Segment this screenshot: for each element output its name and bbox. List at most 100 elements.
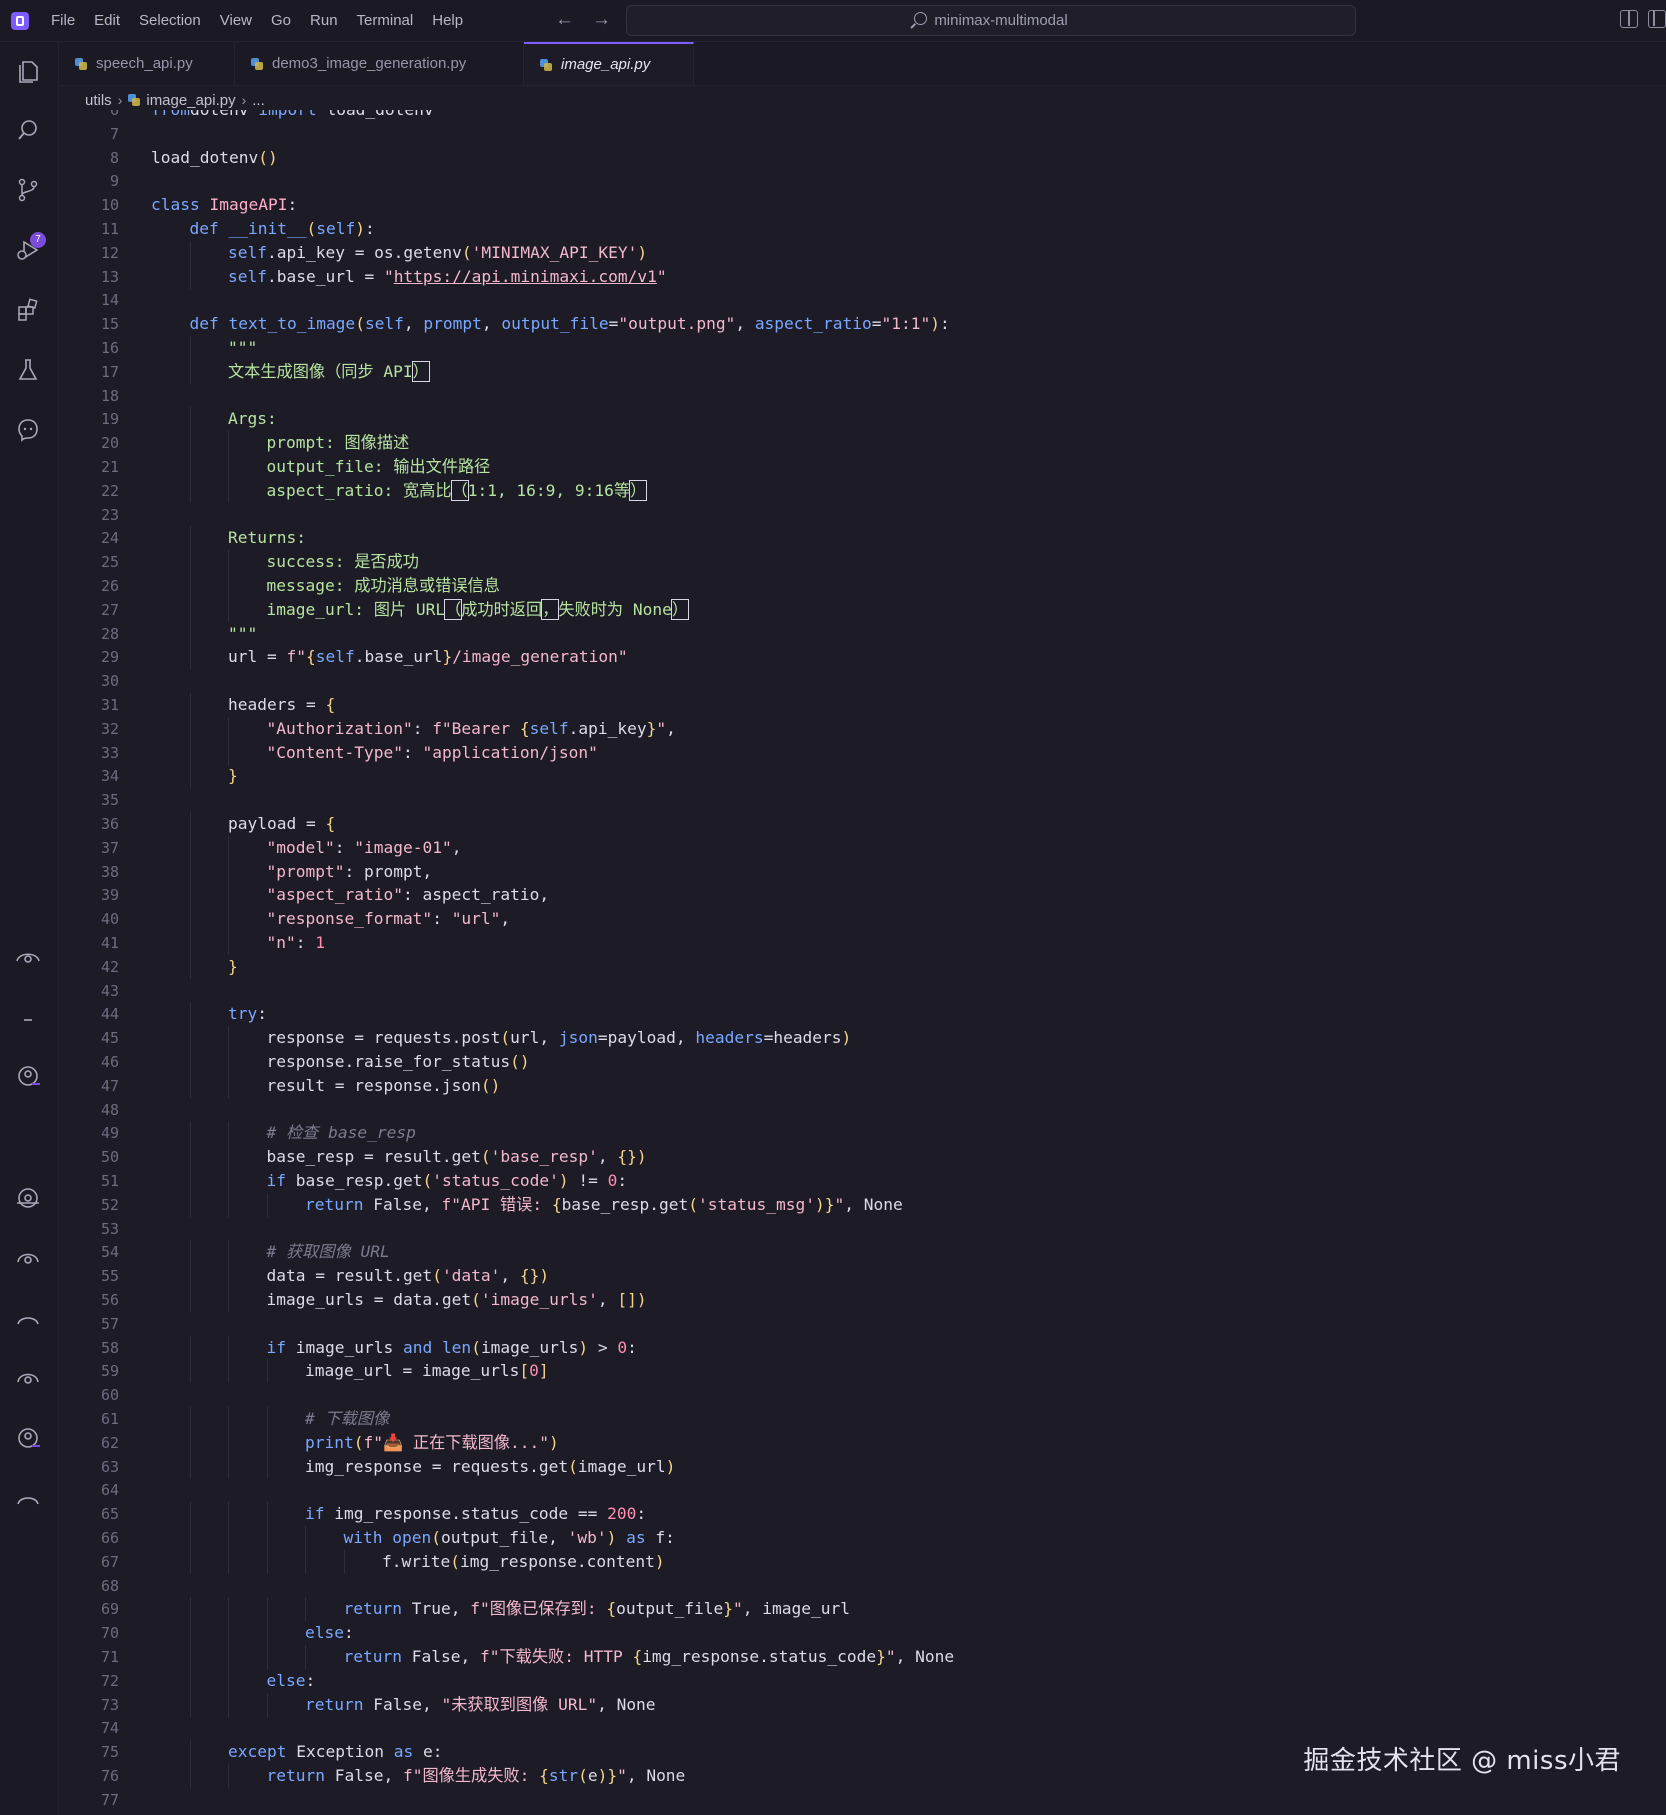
code-line[interactable]: 24 Returns: bbox=[59, 526, 1659, 551]
accounts-icon[interactable] bbox=[14, 1062, 42, 1090]
code-line[interactable]: 17 文本生成图像（同步 API） bbox=[59, 359, 1659, 384]
code-line[interactable]: 21 output_file: 输出文件路径 bbox=[59, 455, 1659, 479]
code-line[interactable]: 34} bbox=[59, 764, 1659, 789]
testing-flask-icon[interactable] bbox=[14, 356, 42, 384]
customize-layout-icon[interactable] bbox=[1620, 10, 1638, 28]
code-line[interactable]: 55 data = result.get('data', {}) bbox=[59, 1264, 1659, 1289]
menu-selection[interactable]: Selection bbox=[139, 12, 201, 29]
chat-assistant-icon[interactable] bbox=[14, 416, 42, 444]
code-line[interactable]: 32 "Authorization": f"Bearer {self.api_ke… bbox=[59, 716, 1659, 741]
code-line[interactable]: 14 bbox=[59, 288, 1659, 312]
code-line[interactable]: 50 base_resp = result.get('base_resp', {}… bbox=[59, 1145, 1659, 1170]
code-line[interactable]: 12 self.api_key = os.getenv('MINIMAX_API_… bbox=[59, 240, 1659, 265]
code-line[interactable]: 61 # 下载图像 bbox=[59, 1407, 1659, 1431]
code-line[interactable]: 31 headers = { bbox=[59, 693, 1659, 717]
code-line[interactable]: 49 # 检查 base_resp bbox=[59, 1121, 1659, 1146]
menu-edit[interactable]: Edit bbox=[94, 12, 120, 29]
code-line[interactable]: 44 try: bbox=[59, 1002, 1659, 1027]
code-line[interactable]: 47 result = response.json() bbox=[59, 1073, 1659, 1098]
code-line[interactable]: 37 "model": "image-01", bbox=[59, 835, 1659, 860]
remote-connection-icon[interactable] bbox=[14, 1484, 42, 1512]
search-icon[interactable] bbox=[14, 116, 42, 144]
forward-arrow-icon[interactable]: → bbox=[592, 9, 611, 31]
tab-demo3-image-generation[interactable]: demo3_image_generation.py bbox=[235, 42, 524, 85]
code-line[interactable]: 71 return False, f"下载失败: HTTP {img_respon… bbox=[59, 1645, 1659, 1669]
code-line[interactable]: 46 response.raise_for_status() bbox=[59, 1050, 1659, 1074]
code-line[interactable]: 38 "prompt": prompt, bbox=[59, 859, 1659, 884]
code-line[interactable]: 42} bbox=[59, 954, 1659, 979]
code-line[interactable]: 39 "aspect_ratio": aspect_ratio, bbox=[59, 883, 1659, 908]
breadcrumb-symbol[interactable]: ... bbox=[252, 92, 265, 109]
accounts-icon[interactable] bbox=[14, 1424, 42, 1452]
code-line[interactable]: 18 bbox=[59, 384, 1659, 408]
code-line[interactable]: 6 fromdotenv import load_dotenv bbox=[59, 110, 1659, 122]
code-line[interactable]: 22 aspect_ratio: 宽高比（1:1, 16:9, 9:16等） bbox=[59, 478, 1659, 503]
remote-connection-icon[interactable] bbox=[14, 1304, 42, 1332]
code-line[interactable]: 58 if image_urls and len(image_urls) > 0: bbox=[59, 1335, 1659, 1360]
code-line[interactable]: 64 bbox=[59, 1478, 1659, 1502]
code-line[interactable]: 77 bbox=[59, 1788, 1659, 1812]
code-line[interactable]: 35 bbox=[59, 788, 1659, 812]
code-line[interactable]: 74 bbox=[59, 1716, 1659, 1740]
code-line[interactable]: 66 with open(output_file, 'wb') as f: bbox=[59, 1526, 1659, 1550]
code-line[interactable]: 19 Args: bbox=[59, 407, 1659, 432]
code-line[interactable]: 16 """ bbox=[59, 336, 1659, 360]
menu-terminal[interactable]: Terminal bbox=[357, 12, 414, 29]
code-line[interactable]: 30 bbox=[59, 669, 1659, 693]
toggle-sidebar-icon[interactable] bbox=[1648, 10, 1666, 28]
extensions-icon[interactable] bbox=[14, 296, 42, 324]
breadcrumb-folder[interactable]: utils bbox=[85, 92, 112, 109]
code-line[interactable]: 7 bbox=[59, 122, 1659, 146]
code-line[interactable]: 57 bbox=[59, 1312, 1659, 1336]
code-line[interactable]: 28 """ bbox=[59, 621, 1659, 646]
code-line[interactable]: 40 "response_format": "url", bbox=[59, 907, 1659, 932]
menu-help[interactable]: Help bbox=[432, 12, 463, 29]
code-line[interactable]: 60 bbox=[59, 1383, 1659, 1407]
code-line[interactable]: 69 return True, f"图像已保存到: {output_file}",… bbox=[59, 1597, 1659, 1622]
code-line[interactable]: 43 bbox=[59, 979, 1659, 1003]
code-line[interactable]: 13 self.base_url = "https://api.minimaxi.… bbox=[59, 264, 1659, 289]
code-line[interactable]: 45 response = requests.post(url, json=pay… bbox=[59, 1026, 1659, 1051]
code-line[interactable]: 48 bbox=[59, 1098, 1659, 1122]
code-line[interactable]: 54 # 获取图像 URL bbox=[59, 1240, 1659, 1265]
code-line[interactable]: 62 print(f"📥 正在下载图像...") bbox=[59, 1430, 1659, 1455]
menu-run[interactable]: Run bbox=[310, 12, 338, 29]
remote-explorer-icon[interactable] bbox=[14, 942, 42, 970]
code-line[interactable]: 41 "n": 1 bbox=[59, 931, 1659, 955]
back-arrow-icon[interactable]: ← bbox=[555, 9, 574, 31]
menu-file[interactable]: File bbox=[51, 12, 75, 29]
tab-image-api[interactable]: image_api.py bbox=[524, 42, 694, 85]
code-line[interactable]: 63 img_response = requests.get(image_url) bbox=[59, 1454, 1659, 1479]
code-line[interactable]: 56 image_urls = data.get('image_urls', []… bbox=[59, 1288, 1659, 1312]
code-line[interactable]: 59 image_url = image_urls[0] bbox=[59, 1359, 1659, 1384]
code-line[interactable]: 65 if img_response.status_code == 200: bbox=[59, 1502, 1659, 1527]
code-line[interactable]: 68 bbox=[59, 1574, 1659, 1598]
code-line[interactable]: 25 success: 是否成功 bbox=[59, 550, 1659, 575]
code-line[interactable]: 73 return False, "未获取到图像 URL", None bbox=[59, 1692, 1659, 1717]
explorer-icon[interactable] bbox=[14, 57, 42, 85]
code-line[interactable]: 27 image_url: 图片 URL（成功时返回，失败时为 None） bbox=[59, 597, 1659, 622]
code-line[interactable]: 51 if base_resp.get('status_code') != 0: bbox=[59, 1169, 1659, 1193]
code-line[interactable]: 72 else: bbox=[59, 1668, 1659, 1693]
source-control-icon[interactable] bbox=[14, 176, 42, 204]
breadcrumb-file[interactable]: image_api.py bbox=[146, 92, 235, 109]
collapsed-panel-icon[interactable] bbox=[14, 1002, 42, 1030]
code-line[interactable]: 20 prompt: 图像描述 bbox=[59, 431, 1659, 456]
code-line[interactable]: 53 bbox=[59, 1217, 1659, 1241]
code-line[interactable]: 23 bbox=[59, 503, 1659, 527]
remote-connection-icon[interactable] bbox=[14, 1364, 42, 1392]
remote-connection-icon[interactable] bbox=[14, 1244, 42, 1272]
code-line[interactable]: 70 else: bbox=[59, 1621, 1659, 1646]
code-line[interactable]: 26 message: 成功消息或错误信息 bbox=[59, 574, 1659, 598]
menu-view[interactable]: View bbox=[220, 12, 252, 29]
code-line[interactable]: 10 class ImageAPI: bbox=[59, 193, 1659, 217]
code-line[interactable]: 9 bbox=[59, 169, 1659, 193]
code-line[interactable]: 36 payload = { bbox=[59, 812, 1659, 836]
run-debug-icon[interactable] bbox=[14, 236, 42, 264]
code-editor[interactable]: 6 fromdotenv import load_dotenv 7 8 load_dot… bbox=[59, 110, 1666, 1815]
menu-go[interactable]: Go bbox=[271, 12, 291, 29]
remote-connection-icon[interactable] bbox=[14, 1184, 42, 1212]
code-line[interactable]: 15 def text_to_image(self, prompt, output… bbox=[59, 312, 1659, 336]
command-center-search[interactable]: minimax-multimodal bbox=[626, 5, 1356, 36]
code-line[interactable]: 29 url = f"{self.base_url}/image_generati… bbox=[59, 645, 1659, 670]
